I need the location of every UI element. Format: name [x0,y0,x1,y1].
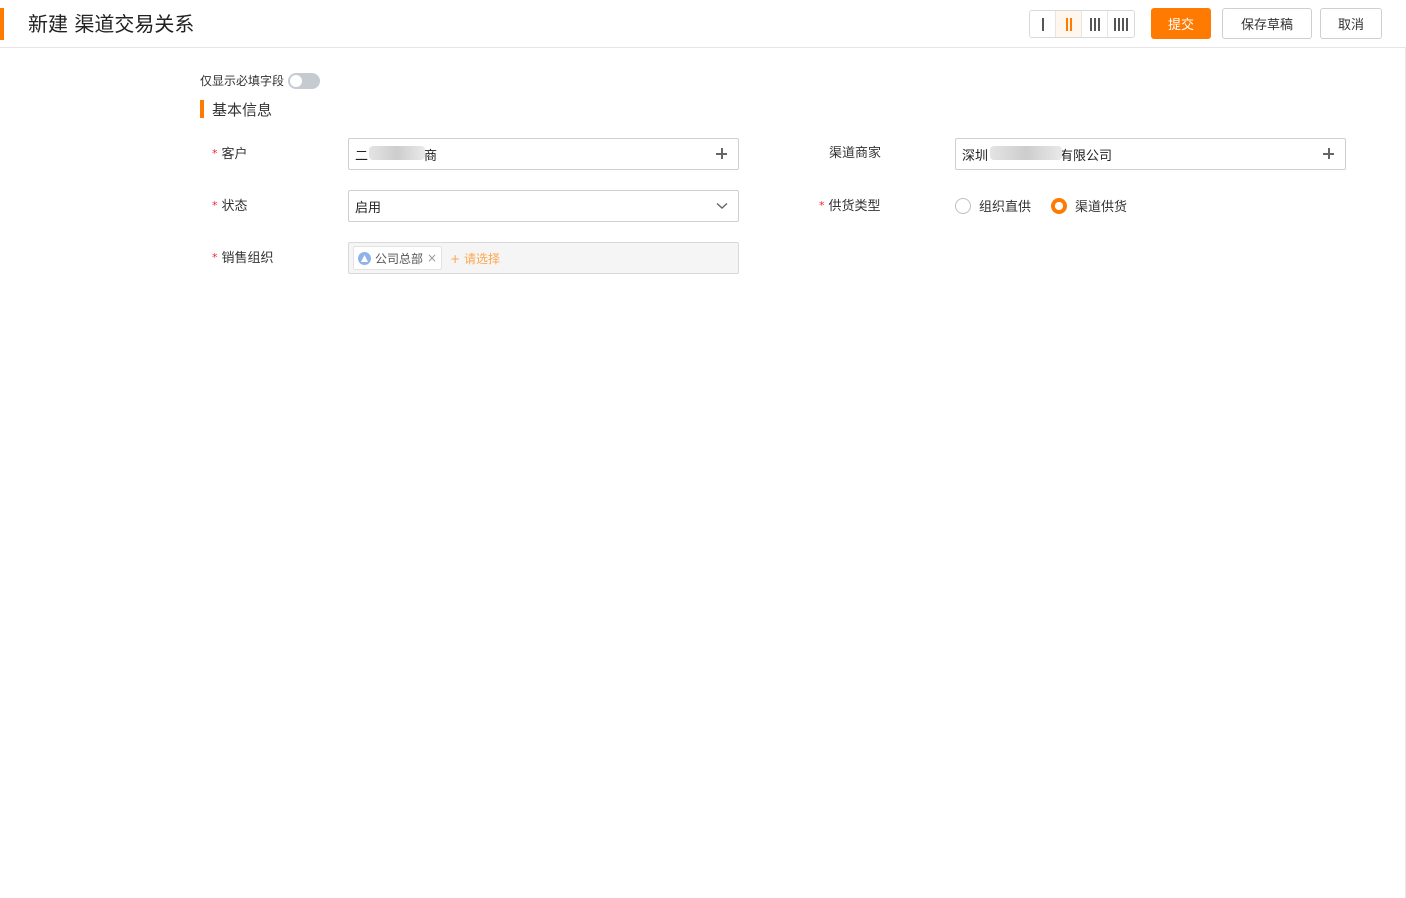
channel-merchant-label: 渠道商家 [829,146,882,161]
add-sales-org-link[interactable]: + 请选择 [450,250,500,267]
status-value: 启用 [355,200,382,216]
sales-org-tag-label: 公司总部 [375,251,424,266]
customer-field[interactable]: 二商 [348,138,739,170]
required-star: * [212,251,218,264]
four-column-icon[interactable] [1108,11,1134,37]
sales-org-label: * 销售组织 [212,251,274,266]
add-customer-icon[interactable] [712,144,732,164]
status-label: * 状态 [212,199,248,214]
redacted-blur [990,145,1062,160]
sales-org-tag: 公司总部 × [353,246,443,270]
radio-circle-unchecked[interactable] [955,197,971,214]
title-accent-bar [0,8,4,40]
org-icon [358,251,371,265]
section-basic-info: 基本信息 [200,100,273,119]
channel-merchant-field[interactable]: 深圳 有限公司 [955,138,1346,170]
required-only-row: 仅显示必填字段 [200,72,321,89]
radio-channel-supply[interactable]: 渠道供货 [1051,196,1127,215]
redacted-blur [369,145,425,160]
one-column-icon[interactable] [1030,11,1056,37]
supply-type-label: * 供货类型 [819,199,881,214]
required-star: * [212,147,218,160]
submit-button[interactable]: 提交 [1151,8,1211,39]
three-column-icon[interactable] [1082,11,1108,37]
channel-merchant-value: 深圳 有限公司 [962,145,1319,164]
required-star: * [212,199,218,212]
section-title: 基本信息 [212,100,273,119]
toggle-knob [290,74,303,87]
required-only-label: 仅显示必填字段 [200,74,285,88]
add-channel-merchant-icon[interactable] [1319,144,1339,164]
radio-direct-supply-label: 组织直供 [979,200,1032,215]
status-select[interactable]: 启用 [348,190,739,222]
radio-channel-supply-label: 渠道供货 [1075,200,1128,215]
page-header: 新建 渠道交易关系 提交 保存草稿 取消 [0,0,1406,48]
two-column-icon[interactable] [1056,11,1082,37]
page-title: 新建 渠道交易关系 [28,12,195,36]
save-draft-button[interactable]: 保存草稿 [1222,8,1312,39]
chevron-down-icon [712,196,732,216]
required-star: * [819,199,825,212]
radio-circle-checked[interactable] [1051,197,1068,214]
customer-label: * 客户 [212,147,248,162]
column-layout-switch [1029,10,1135,38]
radio-direct-supply[interactable]: 组织直供 [955,196,1031,215]
cancel-button[interactable]: 取消 [1320,8,1382,39]
close-icon[interactable]: × [427,251,437,265]
required-only-toggle[interactable] [288,72,321,89]
customer-value: 二商 [355,145,712,164]
supply-type-radio-group: 组织直供 渠道供货 [955,196,1127,215]
section-accent-bar [200,100,204,118]
sales-org-field[interactable]: 公司总部 × + 请选择 [348,242,739,274]
